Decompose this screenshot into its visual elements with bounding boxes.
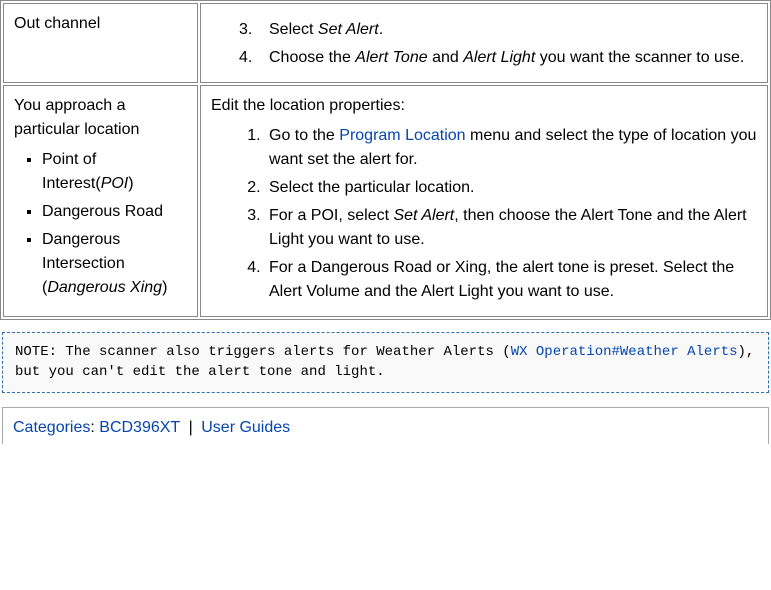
categories-link[interactable]: Categories xyxy=(13,419,90,436)
categories-box: Categories: BCD396XT | User Guides xyxy=(2,407,769,444)
row2-left-bullets: Point of Interest(POI) Dangerous Road Da… xyxy=(14,148,187,300)
row1-steps-list: Select Set Alert. Choose the Alert Tone … xyxy=(211,18,757,70)
list-item: Choose the Alert Tone and Alert Light yo… xyxy=(265,46,757,70)
category-bcd396xt-link[interactable]: BCD396XT xyxy=(99,419,180,436)
row2-right-cell: Edit the location properties: Go to the … xyxy=(200,85,768,317)
instructions-table: Out channel Select Set Alert. Choose the… xyxy=(0,0,771,320)
row2-left-cell: You approach a particular location Point… xyxy=(3,85,198,317)
list-item: Point of Interest(POI) xyxy=(42,148,187,196)
wx-operation-link[interactable]: WX Operation#Weather Alerts xyxy=(511,344,738,360)
row1-left-cell: Out channel xyxy=(3,3,198,83)
note-box: NOTE: The scanner also triggers alerts f… xyxy=(2,332,769,393)
list-item: Dangerous Intersection (Dangerous Xing) xyxy=(42,228,187,300)
row2-steps-list: Go to the Program Location menu and sele… xyxy=(211,124,757,304)
list-item: Select Set Alert. xyxy=(265,18,757,42)
table-row: Out channel Select Set Alert. Choose the… xyxy=(3,3,768,83)
table-row: You approach a particular location Point… xyxy=(3,85,768,317)
list-item: Dangerous Road xyxy=(42,200,187,224)
program-location-link[interactable]: Program Location xyxy=(339,127,465,144)
row2-left-heading: You approach a particular location xyxy=(14,97,139,138)
row2-right-heading: Edit the location properties: xyxy=(211,97,405,114)
row1-right-cell: Select Set Alert. Choose the Alert Tone … xyxy=(200,3,768,83)
category-user-guides-link[interactable]: User Guides xyxy=(201,419,290,436)
list-item: For a POI, select Set Alert, then choose… xyxy=(265,204,757,252)
list-item: For a Dangerous Road or Xing, the alert … xyxy=(265,256,757,304)
list-item: Go to the Program Location menu and sele… xyxy=(265,124,757,172)
row1-left-text: Out channel xyxy=(14,15,100,32)
list-item: Select the particular location. xyxy=(265,176,757,200)
